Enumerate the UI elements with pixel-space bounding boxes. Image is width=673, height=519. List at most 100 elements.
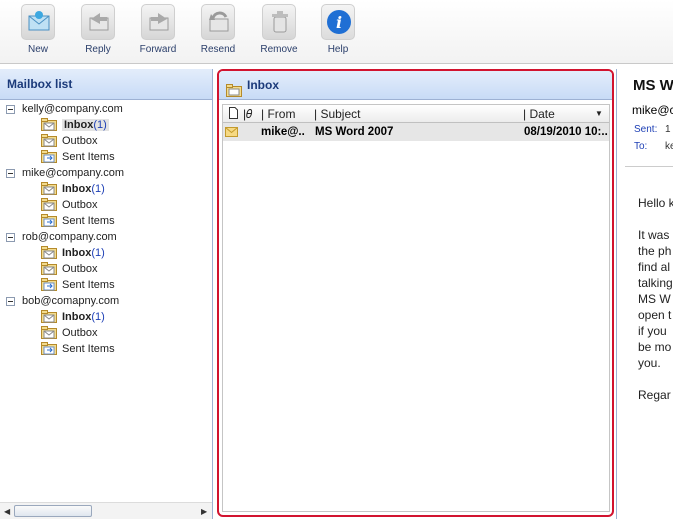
- folder-label: Inbox(1): [62, 311, 105, 323]
- forward-button[interactable]: Forward: [130, 2, 186, 60]
- account-label: bob@comapny.com: [22, 295, 120, 307]
- attachment-column-icon[interactable]: |𝜃: [243, 105, 252, 123]
- column-subject[interactable]: | Subject: [314, 105, 360, 123]
- resend-button[interactable]: Resend: [190, 2, 246, 60]
- mailbox-panel: Mailbox list kelly@company.com Inbox(1) Ou…: [0, 69, 213, 519]
- new-button[interactable]: New: [10, 2, 66, 60]
- scroll-left-icon[interactable]: ◀: [4, 507, 10, 516]
- account-node[interactable]: kelly@company.com: [0, 101, 212, 117]
- remove-button[interactable]: Remove: [251, 2, 307, 60]
- info-icon: i: [321, 4, 355, 40]
- folder-name: Outbox: [62, 135, 98, 147]
- folder-outbox[interactable]: Outbox: [0, 197, 212, 213]
- folder-label: Sent Items: [62, 279, 115, 291]
- row-subject: MS Word 2007: [315, 126, 394, 138]
- account-node[interactable]: mike@company.com: [0, 165, 212, 181]
- sent-folder-icon: [41, 150, 57, 163]
- collapse-toggle-icon[interactable]: [6, 105, 15, 114]
- scroll-right-icon[interactable]: ▶: [201, 507, 207, 516]
- folder-name: Inbox: [62, 311, 92, 323]
- folder-inbox[interactable]: Inbox(1): [0, 245, 212, 261]
- folder-name: Sent Items: [62, 279, 115, 291]
- new-button-label: New: [27, 44, 48, 55]
- folder-inbox[interactable]: Inbox(1): [0, 309, 212, 325]
- folder-label: Sent Items: [62, 343, 115, 355]
- unread-count: (1): [91, 183, 105, 195]
- folder-label: Inbox(1): [62, 247, 105, 259]
- mailbox-title: Mailbox list: [0, 69, 212, 100]
- folder-sent[interactable]: Sent Items: [0, 213, 212, 229]
- horizontal-scrollbar[interactable]: ◀ ▶: [0, 502, 212, 519]
- inbox-folder-icon: [41, 310, 57, 323]
- inbox-folder-icon: [41, 246, 57, 259]
- folder-sent[interactable]: Sent Items: [0, 277, 212, 293]
- unread-count: (1): [93, 119, 107, 131]
- trash-icon: [262, 4, 296, 40]
- folder-inbox[interactable]: Inbox(1): [0, 117, 212, 133]
- preview-from: mike@company.com: [632, 103, 673, 117]
- account-node[interactable]: rob@company.com: [0, 229, 212, 245]
- account-label: kelly@company.com: [22, 103, 123, 115]
- folder-label: Outbox: [62, 263, 97, 275]
- inbox-folder-icon: [41, 118, 57, 131]
- folder-label: Inbox(1): [62, 183, 105, 195]
- collapse-toggle-icon[interactable]: [6, 233, 15, 242]
- folder-outbox[interactable]: Outbox: [0, 325, 212, 341]
- unread-count: (1): [91, 247, 105, 259]
- folder-name: Sent Items: [62, 151, 115, 163]
- help-button[interactable]: i Help: [310, 2, 366, 60]
- resend-icon: [201, 4, 235, 40]
- preview-divider: [625, 166, 673, 167]
- column-from[interactable]: | From: [261, 105, 295, 123]
- folder-name: Outbox: [62, 263, 98, 275]
- unread-count: (1): [91, 311, 105, 323]
- inbox-panel: Inbox |𝜃 | From | Subject | Date ▼ mike@…: [217, 69, 614, 517]
- forward-icon: [141, 4, 175, 40]
- preview-body: Hello k It was the ph find al talking MS…: [638, 196, 673, 402]
- forward-button-label: Forward: [139, 44, 177, 55]
- preview-panel: MS Word 2007 mike@company.com Sent: 1 To…: [616, 69, 673, 519]
- help-button-label: Help: [327, 44, 349, 55]
- folder-name: Outbox: [62, 199, 98, 211]
- collapse-toggle-icon[interactable]: [6, 297, 15, 306]
- sort-arrow-icon[interactable]: ▼: [595, 105, 603, 123]
- remove-button-label: Remove: [260, 44, 298, 55]
- svg-text:i: i: [336, 13, 342, 32]
- row-date: 08/19/2010 10:...: [524, 126, 608, 138]
- folder-inbox[interactable]: Inbox(1): [0, 181, 212, 197]
- outbox-folder-icon: [41, 198, 57, 211]
- folder-name: Outbox: [62, 327, 98, 339]
- folder-label: Sent Items: [62, 215, 115, 227]
- reply-button[interactable]: Reply: [70, 2, 126, 60]
- folder-name: Inbox: [64, 119, 94, 131]
- doc-column-icon[interactable]: [229, 105, 238, 123]
- account-node[interactable]: bob@comapny.com: [0, 293, 212, 309]
- preview-subject: MS Word 2007: [633, 77, 673, 94]
- outbox-folder-icon: [41, 134, 57, 147]
- inbox-folder-icon: [41, 182, 57, 195]
- preview-sent-label: Sent:: [634, 124, 658, 135]
- folder-name: Sent Items: [62, 343, 115, 355]
- message-list-header: |𝜃 | From | Subject | Date ▼: [223, 105, 609, 123]
- scroll-thumb[interactable]: [14, 505, 92, 517]
- inbox-folder-icon: [226, 79, 242, 97]
- reply-button-label: Reply: [85, 44, 111, 55]
- folder-outbox[interactable]: Outbox: [0, 261, 212, 277]
- folder-name: Inbox: [62, 247, 92, 259]
- folder-label: Outbox: [62, 327, 97, 339]
- folder-label: Sent Items: [62, 151, 115, 163]
- collapse-toggle-icon[interactable]: [6, 169, 15, 178]
- folder-outbox[interactable]: Outbox: [0, 133, 212, 149]
- sent-folder-icon: [41, 278, 57, 291]
- preview-to-value: ke: [665, 141, 673, 152]
- column-date[interactable]: | Date: [523, 105, 555, 123]
- folder-sent[interactable]: Sent Items: [0, 149, 212, 165]
- folder-label: Outbox: [62, 135, 97, 147]
- folder-sent[interactable]: Sent Items: [0, 341, 212, 357]
- toolbar: New Reply Forward Resend Remove i Help: [0, 0, 673, 64]
- account-label: mike@company.com: [22, 167, 125, 179]
- table-row[interactable]: mike@... MS Word 2007 08/19/2010 10:...: [223, 123, 609, 141]
- mailbox-tree: kelly@company.com Inbox(1) Outbox Sent Item…: [0, 101, 212, 357]
- inbox-header: Inbox: [219, 71, 612, 100]
- new-mail-icon: [21, 4, 55, 40]
